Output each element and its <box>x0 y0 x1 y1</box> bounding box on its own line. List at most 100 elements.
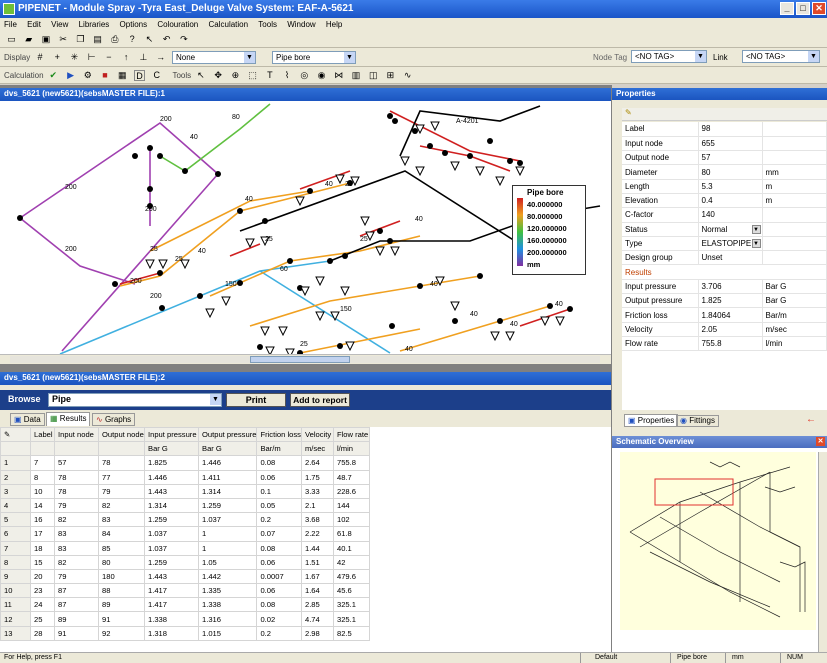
table-cell[interactable]: 0.08 <box>256 597 302 613</box>
network-node[interactable] <box>112 281 118 287</box>
table-cell[interactable]: 1.44 <box>300 540 334 556</box>
nozzle-tool-icon[interactable]: ◎ <box>299 70 310 81</box>
property-value[interactable]: 1.84064 <box>698 307 763 323</box>
network-node[interactable] <box>147 145 153 151</box>
property-row[interactable]: Elevation 0.4 m <box>622 193 827 209</box>
table-cell[interactable]: 79 <box>54 568 99 585</box>
network-node[interactable] <box>392 118 398 124</box>
property-value[interactable]: 140 <box>698 207 763 223</box>
table-cell[interactable]: 61.8 <box>332 526 370 542</box>
table-cell[interactable]: 8 <box>30 469 55 485</box>
options-icon[interactable]: ⚙ <box>82 70 93 81</box>
sprinkler-nozzle[interactable] <box>295 196 305 207</box>
equipment-tool-icon[interactable]: ⊞ <box>385 70 396 81</box>
table-cell[interactable]: 1.417 <box>144 597 199 613</box>
column-header[interactable]: Input node <box>54 427 99 443</box>
table-cell[interactable]: 1.259 <box>144 554 199 570</box>
network-node[interactable] <box>197 293 203 299</box>
minimize-button[interactable]: _ <box>780 2 794 15</box>
sprinkler-nozzle[interactable] <box>300 286 310 297</box>
network-node[interactable] <box>547 303 553 309</box>
table-row[interactable]: 13 28 91 92 1.318 1.015 0.2 2.98 82.5 <box>0 625 370 641</box>
table-row[interactable]: 3 10 78 79 1.443 1.314 0.1 3.33 228.6 <box>0 483 370 499</box>
table-cell[interactable]: 85 <box>98 540 145 556</box>
close-icon[interactable]: ✕ <box>816 437 825 446</box>
table-cell[interactable]: 1.417 <box>144 583 199 599</box>
c-icon[interactable]: C <box>151 70 162 81</box>
table-cell[interactable]: 84 <box>98 526 145 542</box>
property-value[interactable]: 5.3 <box>698 179 763 194</box>
table-cell[interactable]: 88 <box>98 583 145 599</box>
table-cell[interactable]: 1.259 <box>197 497 258 514</box>
table-cell[interactable]: 83 <box>54 540 99 556</box>
network-node[interactable] <box>477 273 483 279</box>
property-row[interactable]: Output node 57 <box>622 150 827 166</box>
table-icon[interactable]: ▦ <box>117 70 128 81</box>
move-tool-icon[interactable]: ✥ <box>213 70 224 81</box>
property-row[interactable]: Input pressure 3.706 Bar G <box>622 279 827 295</box>
table-row[interactable]: 7 18 83 85 1.037 1 0.08 1.44 40.1 <box>0 540 370 556</box>
paste-icon[interactable]: ▤ <box>92 34 103 45</box>
table-cell[interactable]: 755.8 <box>332 455 370 471</box>
sprinkler-nozzle[interactable] <box>360 216 370 227</box>
table-cell[interactable]: 82 <box>54 512 99 528</box>
chevron-down-icon[interactable]: ▼ <box>751 224 761 234</box>
network-node[interactable] <box>487 138 493 144</box>
table-cell[interactable]: 91 <box>54 625 99 641</box>
table-cell[interactable]: 1.338 <box>144 611 199 627</box>
table-cell[interactable]: 24 <box>30 597 55 613</box>
table-cell[interactable]: 28 <box>30 625 55 641</box>
table-cell[interactable]: 79 <box>54 497 99 514</box>
rect-select-icon[interactable]: ⬚ <box>247 70 258 81</box>
text-tool-icon[interactable]: T <box>264 70 275 81</box>
sprinkler-nozzle[interactable] <box>495 176 505 187</box>
table-cell[interactable]: 1.443 <box>144 568 199 585</box>
property-row[interactable]: Length 5.3 m <box>622 179 827 194</box>
tab-graphs[interactable]: ∿ Graphs <box>92 413 136 426</box>
menu-libraries[interactable]: Libraries <box>75 20 114 29</box>
table-cell[interactable]: 0.2 <box>256 512 302 528</box>
table-cell[interactable]: 0.2 <box>256 625 302 641</box>
close-button[interactable]: ✕ <box>812 2 826 15</box>
network-node[interactable] <box>159 305 165 311</box>
table-cell[interactable]: 1.75 <box>300 469 334 485</box>
table-cell[interactable]: 23 <box>30 583 55 599</box>
network-node[interactable] <box>507 158 513 164</box>
network-node[interactable] <box>262 218 268 224</box>
menu-window[interactable]: Window <box>283 20 319 29</box>
network-node[interactable] <box>387 238 393 244</box>
network-node[interactable] <box>157 270 163 276</box>
sprinkler-nozzle[interactable] <box>390 246 400 257</box>
sprinkler-nozzle[interactable] <box>475 166 485 177</box>
property-value[interactable]: ELASTOPIPE ▼ <box>698 236 763 252</box>
property-row[interactable]: Friction loss 1.84064 Bar/m <box>622 307 827 323</box>
cut-icon[interactable]: ✂ <box>58 34 69 45</box>
table-cell[interactable]: 7 <box>30 455 55 471</box>
print-icon[interactable]: ⎙ <box>109 34 120 45</box>
network-node[interactable] <box>237 280 243 286</box>
table-cell[interactable]: 17 <box>30 526 55 542</box>
table-cell[interactable]: 83 <box>98 512 145 528</box>
property-value[interactable]: 3.706 <box>698 279 763 295</box>
network-node[interactable] <box>342 253 348 259</box>
menu-help[interactable]: Help <box>322 20 346 29</box>
menu-tools[interactable]: Tools <box>254 20 281 29</box>
chevron-down-icon[interactable]: ▼ <box>751 238 761 248</box>
sprinkler-nozzle[interactable] <box>415 166 425 177</box>
sprinkler-nozzle[interactable] <box>265 346 275 354</box>
table-cell[interactable]: 228.6 <box>332 483 370 499</box>
pointer-icon[interactable]: ↑ <box>121 52 132 63</box>
grid-icon[interactable]: # <box>34 52 45 63</box>
menu-file[interactable]: File <box>0 20 21 29</box>
column-header[interactable]: Label <box>30 427 55 443</box>
table-cell[interactable]: 1.335 <box>197 583 258 599</box>
property-value[interactable]: Unset <box>698 250 763 266</box>
property-value[interactable]: 1.825 <box>698 293 763 309</box>
sprinkler-nozzle[interactable] <box>505 331 515 342</box>
network-node[interactable] <box>337 343 343 349</box>
table-row[interactable]: 11 24 87 89 1.417 1.338 0.08 2.85 325.1 <box>0 597 370 613</box>
sprinkler-nozzle[interactable] <box>221 296 231 307</box>
sprinkler-nozzle[interactable] <box>145 259 155 270</box>
network-node[interactable] <box>517 160 523 166</box>
property-row[interactable]: Output pressure 1.825 Bar G <box>622 293 827 309</box>
